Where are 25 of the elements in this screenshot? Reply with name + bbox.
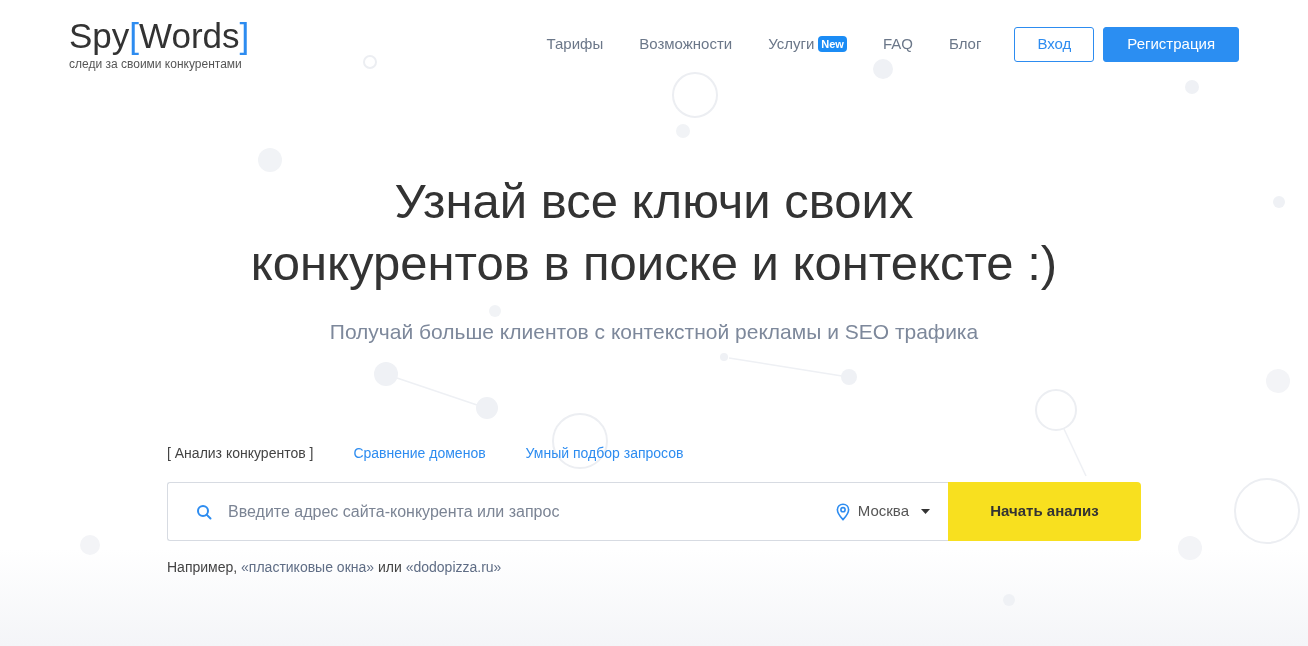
nav-link[interactable]: Блог — [948, 32, 982, 56]
start-analysis-button[interactable]: Начать анализ — [948, 482, 1141, 541]
logo[interactable]: Spy[Words] — [69, 17, 250, 55]
pin-icon — [835, 502, 850, 521]
caret-icon — [921, 509, 930, 514]
nav-link[interactable]: Возможности — [639, 32, 733, 56]
nav-link[interactable]: Услуги — [768, 32, 815, 56]
search-input[interactable]: Введите адрес сайта-конкурента или запрос — [228, 499, 824, 524]
region-dropdown[interactable]: Москва — [823, 482, 948, 541]
nav-link[interactable]: FAQ — [882, 32, 913, 56]
search-tab[interactable]: Сравнение доменов — [353, 442, 486, 464]
nav-link[interactable]: Тарифы — [546, 32, 604, 56]
example-hint: Например, «пластиковые окна» или «dodopizza.ru» — [167, 558, 502, 577]
logo-tagline: следи за своими конкурентами — [69, 57, 243, 71]
example-link[interactable]: «dodopizza.ru» — [405, 559, 502, 575]
subtitle: Получай больше клиентов с контекстной рекламы и SEO трафика — [329, 319, 979, 345]
login-button[interactable]: Вход — [1014, 26, 1095, 62]
search-field[interactable]: Введите адрес сайта-конкурента или запрос — [167, 482, 824, 541]
search-icon — [196, 503, 212, 520]
search-tab[interactable]: Умный подбор запросов — [525, 442, 684, 464]
search-tab[interactable]: [ Анализ конкурентов ] — [167, 442, 314, 464]
new-badge: New — [818, 36, 847, 52]
headline: Узнай все ключи своих конкурентов в поиске и контексте :) — [250, 173, 1058, 292]
example-link[interactable]: «пластиковые окна» — [241, 559, 375, 575]
register-button[interactable]: Регистрация — [1103, 26, 1239, 62]
